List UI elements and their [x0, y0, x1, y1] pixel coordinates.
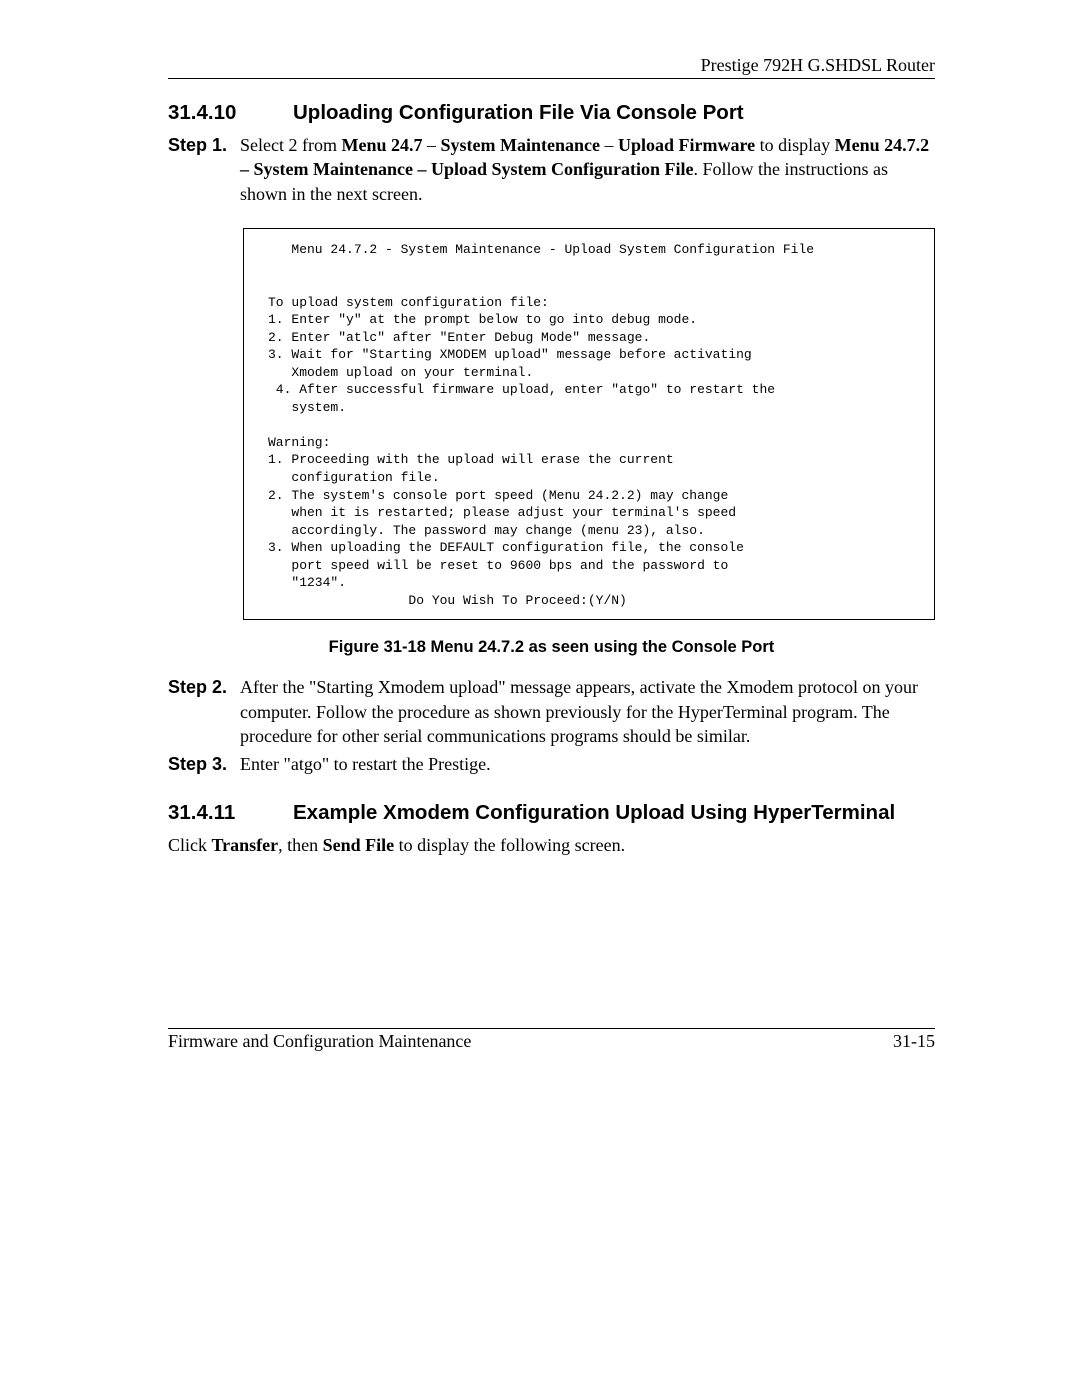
bold-span: Upload Firmware	[618, 135, 755, 155]
text-span: –	[422, 135, 440, 155]
step-3-label: Step 3.	[168, 752, 240, 776]
section-title: Example Xmodem Configuration Upload Usin…	[293, 801, 895, 825]
step-2-label: Step 2.	[168, 675, 240, 748]
page-header-product: Prestige 792H G.SHDSL Router	[168, 55, 935, 76]
document-page: Prestige 792H G.SHDSL Router 31.4.10 Upl…	[0, 0, 1080, 1397]
page-footer: Firmware and Configuration Maintenance 3…	[168, 1028, 935, 1052]
footer-rule	[168, 1028, 935, 1029]
step-1-label: Step 1.	[168, 133, 240, 206]
footer-page-number: 31-15	[893, 1031, 935, 1052]
text-span: , then	[278, 835, 323, 855]
step-1-content: Select 2 from Menu 24.7 – System Mainten…	[240, 133, 935, 206]
section-number: 31.4.11	[168, 801, 293, 825]
step-3-row: Step 3. Enter "atgo" to restart the Pres…	[168, 752, 935, 776]
section-title: Uploading Configuration File Via Console…	[293, 101, 744, 125]
bold-span: Transfer	[212, 835, 279, 855]
step-3-content: Enter "atgo" to restart the Prestige.	[240, 752, 935, 776]
text-span: to display	[755, 135, 835, 155]
text-span: Click	[168, 835, 212, 855]
figure-caption: Figure 31-18 Menu 24.7.2 as seen using t…	[168, 638, 935, 657]
step-2-content: After the "Starting Xmodem upload" messa…	[240, 675, 935, 748]
footer-left: Firmware and Configuration Maintenance	[168, 1031, 471, 1052]
section-heading-31-4-11: 31.4.11 Example Xmodem Configuration Upl…	[168, 801, 935, 825]
text-span: Select 2 from	[240, 135, 341, 155]
section-number: 31.4.10	[168, 101, 293, 125]
step-2-row: Step 2. After the "Starting Xmodem uploa…	[168, 675, 935, 748]
step-1-row: Step 1. Select 2 from Menu 24.7 – System…	[168, 133, 935, 206]
console-output-box: Menu 24.7.2 - System Maintenance - Uploa…	[243, 228, 935, 620]
text-span: to display the following screen.	[394, 835, 625, 855]
bold-span: Send File	[323, 835, 395, 855]
header-rule	[168, 78, 935, 79]
bold-span: System Maintenance	[440, 135, 599, 155]
body-paragraph: Click Transfer, then Send File to displa…	[168, 833, 935, 857]
text-span: –	[600, 135, 618, 155]
section-heading-31-4-10: 31.4.10 Uploading Configuration File Via…	[168, 101, 935, 125]
bold-span: Menu 24.7	[341, 135, 422, 155]
